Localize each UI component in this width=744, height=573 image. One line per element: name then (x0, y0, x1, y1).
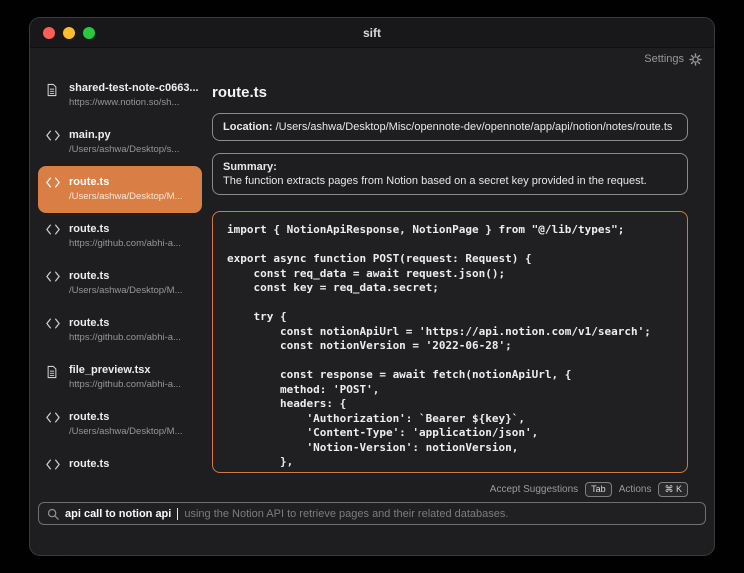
summary-label: Summary: (223, 160, 677, 174)
sidebar-item-route-ts-selected[interactable]: route.ts /Users/ashwa/Desktop/M... (38, 166, 202, 213)
detail-panel: route.ts Location: /Users/ashwa/Desktop/… (210, 70, 714, 497)
code-icon (46, 130, 60, 141)
sidebar-item-route-ts-github-1[interactable]: route.ts https://github.com/abhi-a... (38, 213, 202, 260)
file-name: route.ts (69, 411, 183, 424)
tab-key-badge: Tab (585, 482, 612, 497)
file-path: /Users/ashwa/Desktop/M... (69, 285, 183, 297)
sidebar-item-shared-test-note[interactable]: shared-test-note-c0663... https://www.no… (38, 72, 202, 119)
location-value: /Users/ashwa/Desktop/Misc/opennote-dev/o… (276, 121, 673, 133)
code-icon (46, 177, 60, 188)
sidebar-item-route-ts-local-3[interactable]: route.ts /Users/ashwa/Desktop/M... (38, 401, 202, 448)
window-title: sift (30, 26, 714, 40)
search-input[interactable]: api call to notion api using the Notion … (38, 502, 706, 525)
document-icon (46, 83, 60, 97)
file-path: https://github.com/abhi-a... (69, 332, 181, 344)
location-label: Location: (223, 121, 273, 133)
file-name: main.py (69, 129, 179, 142)
text-cursor (177, 508, 178, 520)
code-content: import { NotionApiResponse, NotionPage }… (227, 223, 673, 470)
file-name: file_preview.tsx (69, 364, 181, 377)
document-icon (46, 365, 60, 379)
file-path: https://github.com/abhi-a... (69, 238, 181, 250)
content-area: shared-test-note-c0663... https://www.no… (30, 70, 714, 497)
file-name: route.ts (69, 270, 183, 283)
accept-suggestions-label: Accept Suggestions (490, 484, 578, 495)
file-name: route.ts (69, 458, 109, 471)
sidebar-item-file-preview-tsx[interactable]: file_preview.tsx https://github.com/abhi… (38, 354, 202, 401)
file-path: /Users/ashwa/Desktop/s... (69, 144, 179, 156)
close-window-button[interactable] (43, 27, 55, 39)
code-icon (46, 318, 60, 329)
summary-value: The function extracts pages from Notion … (223, 175, 647, 187)
search-query-text: api call to notion api (65, 508, 171, 520)
file-path: https://github.com/abhi-a... (69, 379, 181, 391)
file-name: shared-test-note-c0663... (69, 82, 196, 95)
titlebar[interactable]: sift (30, 18, 714, 48)
file-name: route.ts (69, 223, 181, 236)
zoom-window-button[interactable] (83, 27, 95, 39)
code-icon (46, 412, 60, 423)
sidebar-item-main-py[interactable]: main.py /Users/ashwa/Desktop/s... (38, 119, 202, 166)
settings-link[interactable]: Settings (644, 53, 684, 65)
actions-label[interactable]: Actions (619, 484, 652, 495)
file-path: /Users/ashwa/Desktop/M... (69, 426, 183, 438)
cmd-k-key-badge: ⌘ K (658, 482, 688, 497)
code-icon (46, 224, 60, 235)
sidebar-item-route-ts-local-2[interactable]: route.ts /Users/ashwa/Desktop/M... (38, 260, 202, 307)
traffic-lights (43, 27, 95, 39)
inline-suggestion-text: using the Notion API to retrieve pages a… (184, 508, 508, 520)
search-icon (47, 508, 59, 520)
shortcut-hints: Accept Suggestions Tab Actions ⌘ K (212, 482, 688, 497)
file-list-sidebar[interactable]: shared-test-note-c0663... https://www.no… (30, 70, 210, 497)
sidebar-item-route-ts-partial[interactable]: route.ts (38, 448, 202, 483)
file-name: route.ts (69, 176, 183, 189)
sidebar-item-route-ts-github-2[interactable]: route.ts https://github.com/abhi-a... (38, 307, 202, 354)
file-path: /Users/ashwa/Desktop/M... (69, 191, 183, 203)
file-name: route.ts (69, 317, 181, 330)
minimize-window-button[interactable] (63, 27, 75, 39)
code-icon (46, 459, 60, 470)
app-window: sift Settings (30, 18, 714, 555)
settings-row: Settings (30, 48, 714, 70)
page-title: route.ts (212, 84, 688, 101)
code-icon (46, 271, 60, 282)
gear-icon[interactable] (689, 53, 702, 66)
summary-box: Summary: The function extracts pages fro… (212, 153, 688, 195)
code-preview[interactable]: import { NotionApiResponse, NotionPage }… (212, 211, 688, 473)
location-box: Location: /Users/ashwa/Desktop/Misc/open… (212, 113, 688, 141)
file-path: https://www.notion.so/sh... (69, 97, 196, 109)
